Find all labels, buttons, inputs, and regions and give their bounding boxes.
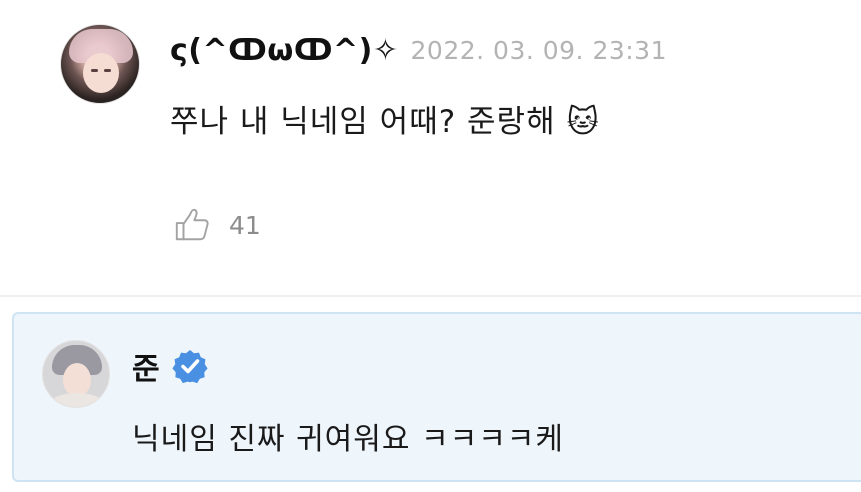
comment-item: ς(^ↀωↀ^)✧ 2022. 03. 09. 23:31 쭈나 내 닉네임 어… xyxy=(0,0,861,296)
comment-timestamp: 2022. 03. 09. 23:31 xyxy=(410,35,667,65)
reply-author-name[interactable]: 준 xyxy=(132,344,160,388)
comment-header: ς(^ↀωↀ^)✧ 2022. 03. 09. 23:31 xyxy=(170,30,667,70)
reply-avatar[interactable] xyxy=(42,340,110,408)
reply-text: 닉네임 진짜 귀여워요 ㅋㅋㅋㅋ케 xyxy=(132,422,565,457)
like-button[interactable]: 41 xyxy=(173,206,261,244)
divider xyxy=(0,295,861,297)
commenter-avatar[interactable] xyxy=(60,24,140,104)
like-count: 41 xyxy=(229,210,261,240)
reply-header: 준 xyxy=(132,344,208,388)
reply-item: 준 닉네임 진짜 귀여워요 ㅋㅋㅋㅋ케 xyxy=(12,312,861,482)
verified-badge-icon xyxy=(172,350,208,384)
commenter-name[interactable]: ς(^ↀωↀ^)✧ xyxy=(170,33,399,68)
comment-text: 쭈나 내 닉네임 어때? 준랑해 🐱 xyxy=(170,104,600,140)
thumbs-up-outline-icon[interactable] xyxy=(173,206,211,244)
